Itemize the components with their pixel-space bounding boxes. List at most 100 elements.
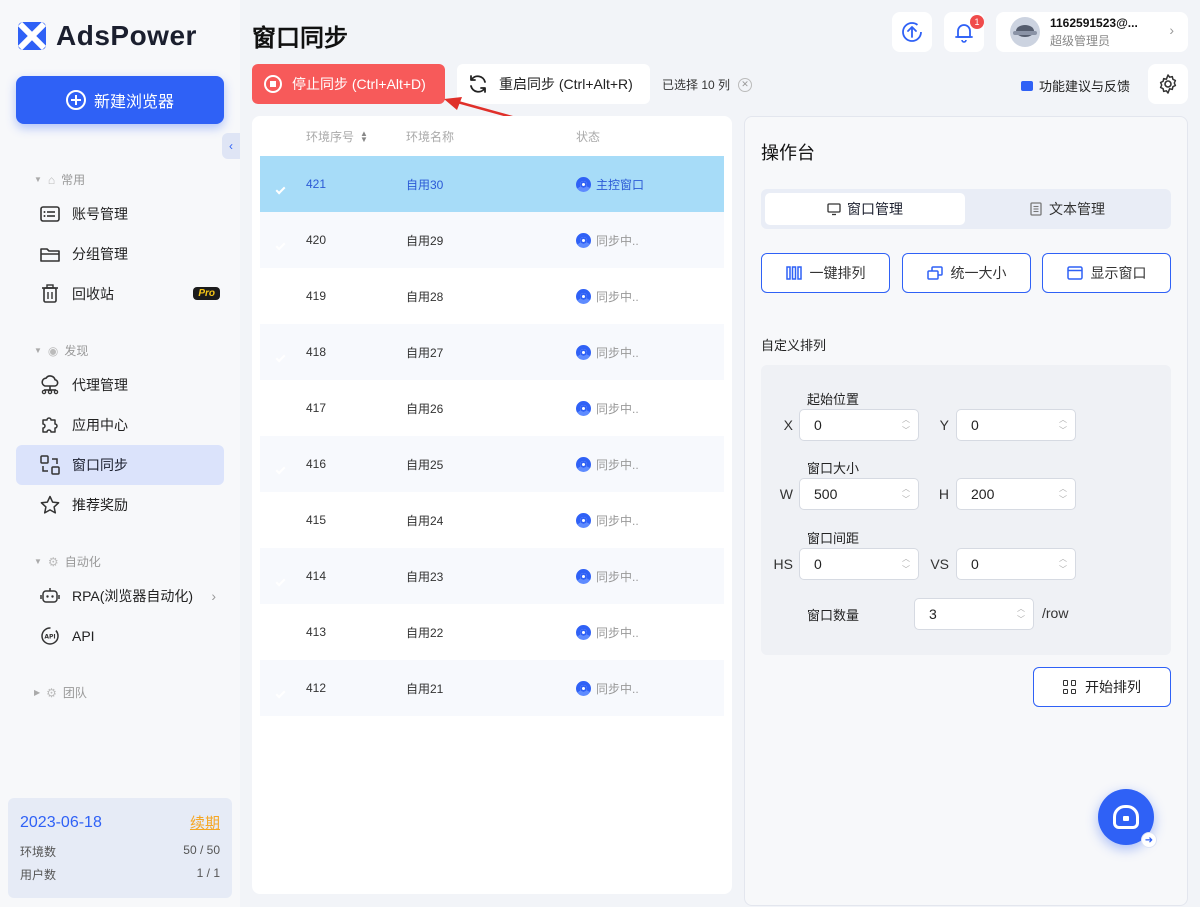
table-row[interactable]: 417 自用26 同步中.. — [260, 380, 724, 436]
sidebar-item-label: API — [72, 628, 95, 644]
section-team[interactable]: ▶ ⚙ 团队 — [34, 684, 87, 701]
vertical-spacing-input[interactable]: 0 ︿ ﹀ — [956, 548, 1076, 580]
upload-circle-icon — [902, 22, 922, 42]
env-status: 同步中.. — [596, 345, 639, 360]
sidebar-item-proxy[interactable]: 代理管理 — [16, 365, 224, 405]
sidebar-item-window-sync[interactable]: 窗口同步 — [16, 445, 224, 485]
env-name: 自用30 — [406, 177, 444, 192]
feedback-link[interactable]: 功能建议与反馈 — [1021, 76, 1130, 95]
adspower-logo-icon — [18, 22, 46, 50]
sidebar-item-trash[interactable]: 回收站 Pro — [16, 274, 224, 314]
sidebar-item-label: 应用中心 — [72, 417, 128, 433]
new-browser-button[interactable]: 新建浏览器 — [16, 76, 224, 124]
chrome-icon — [576, 232, 591, 248]
compass-icon: ◉ — [47, 343, 59, 358]
renew-link[interactable]: 续期 — [190, 812, 220, 833]
x-input[interactable]: 0 ︿ ﹀ — [799, 409, 919, 441]
sidebar-item-referral[interactable]: 推荐奖励 — [16, 485, 224, 525]
stepper-icon[interactable]: ︿ ﹀ — [1059, 483, 1067, 505]
env-status: 同步中.. — [596, 625, 639, 640]
show-windows-button[interactable]: 显示窗口 — [1042, 253, 1171, 293]
feedback-label: 功能建议与反馈 — [1039, 79, 1131, 94]
sidebar-item-label: 账号管理 — [72, 206, 128, 222]
env-id: 415 — [306, 513, 327, 527]
notification-button[interactable]: 1 — [944, 12, 984, 52]
clear-selection-icon[interactable]: ✕ — [738, 77, 753, 92]
logo[interactable]: AdsPower — [18, 20, 197, 52]
env-count-value: 50 / 50 — [183, 843, 220, 857]
section-label: 常用 — [61, 173, 86, 187]
table-row[interactable]: 418 自用27 同步中.. — [260, 324, 724, 380]
uniform-size-button[interactable]: 统一大小 — [902, 253, 1031, 293]
stop-sync-button[interactable]: 停止同步 (Ctrl+Alt+D) — [252, 64, 445, 104]
stepper-icon[interactable]: ︿ ﹀ — [1059, 553, 1067, 575]
env-status: 同步中.. — [596, 233, 639, 248]
collapse-sidebar-button[interactable]: ‹ — [222, 133, 240, 159]
table-row[interactable]: 420 自用29 同步中.. — [260, 212, 724, 268]
env-name: 自用27 — [406, 345, 444, 360]
horizontal-spacing-input[interactable]: 0 ︿ ﹀ — [799, 548, 919, 580]
user-menu[interactable]: 1162591523@... 超级管理员 › — [996, 12, 1188, 52]
selected-count: 已选择 10 列 — [662, 78, 731, 92]
monitor-icon — [827, 203, 841, 216]
console-panel: 操作台 窗口管理 文本管理 一键排列 统一大小 显示窗口 自定义排列 起始位置 … — [744, 116, 1188, 906]
settings-button[interactable] — [1148, 64, 1188, 104]
stop-sync-label: 停止同步 (Ctrl+Alt+D) — [292, 76, 426, 92]
height-input[interactable]: 200 ︿ ﹀ — [956, 478, 1076, 510]
stepper-icon[interactable]: ︿ ﹀ — [1059, 414, 1067, 436]
window-count-input[interactable]: 3 ︿ ﹀ — [914, 598, 1034, 630]
stepper-icon[interactable]: ︿ ﹀ — [902, 483, 910, 505]
table-row[interactable]: 421 自用30 主控窗口 — [260, 156, 724, 212]
puzzle-icon — [40, 415, 60, 435]
sort-icon[interactable]: ▲ ▼ — [360, 130, 368, 144]
table-row[interactable]: 415 自用24 同步中.. — [260, 492, 724, 548]
env-id: 416 — [306, 457, 327, 471]
table-row[interactable]: 412 自用21 同步中.. — [260, 660, 724, 716]
section-common[interactable]: ▼ ⌂ 常用 — [34, 171, 85, 188]
stepper-icon[interactable]: ︿ ﹀ — [902, 553, 910, 575]
sidebar-item-api[interactable]: API API — [16, 616, 224, 656]
width-input[interactable]: 500 ︿ ﹀ — [799, 478, 919, 510]
stacked-windows-icon — [926, 266, 943, 280]
custom-arrange-form: 起始位置 X 0 ︿ ﹀ Y 0 ︿ ﹀ 窗口大小 W 500 ︿ ﹀ H 200 ︿… — [761, 365, 1171, 655]
env-status: 同步中.. — [596, 457, 639, 472]
gear-icon — [1159, 74, 1177, 94]
table-row[interactable]: 413 自用22 同步中.. — [260, 604, 724, 660]
upload-sync-button[interactable] — [892, 12, 932, 52]
env-id: 418 — [306, 345, 327, 359]
tab-label: 窗口管理 — [847, 201, 903, 217]
window-size-label: 窗口大小 — [807, 461, 860, 476]
auto-arrange-button[interactable]: 一键排列 — [761, 253, 890, 293]
y-input[interactable]: 0 ︿ ﹀ — [956, 409, 1076, 441]
svg-text:API: API — [44, 634, 55, 641]
sidebar-item-accounts[interactable]: 账号管理 — [16, 194, 224, 234]
env-id: 420 — [306, 233, 327, 247]
column-header-id[interactable]: 环境序号 ▲ ▼ — [306, 128, 406, 145]
sidebar-item-rpa[interactable]: RPA(浏览器自动化) › — [16, 576, 224, 616]
environment-table: 环境序号 ▲ ▼ 环境名称 状态 421 自用30 主控窗口 420 自用29 同步… — [252, 116, 732, 894]
section-automation[interactable]: ▼ ⚙ 自动化 — [34, 553, 101, 570]
tab-text-management[interactable]: 文本管理 — [967, 193, 1167, 225]
stepper-icon[interactable]: ︿ ﹀ — [902, 414, 910, 436]
sidebar-item-label: RPA(浏览器自动化) — [72, 588, 194, 604]
x-label: X — [783, 417, 793, 433]
env-id: 412 — [306, 681, 327, 695]
tab-window-management[interactable]: 窗口管理 — [765, 193, 965, 225]
chrome-icon — [576, 400, 591, 416]
table-row[interactable]: 416 自用25 同步中.. — [260, 436, 724, 492]
section-discover[interactable]: ▼ ◉ 发现 — [34, 342, 88, 359]
console-tabs: 窗口管理 文本管理 — [761, 189, 1171, 229]
table-row[interactable]: 419 自用28 同步中.. — [260, 268, 724, 324]
plus-circle-icon — [65, 90, 86, 110]
stepper-icon[interactable]: ︿ ﹀ — [1017, 603, 1025, 625]
message-icon — [1021, 80, 1033, 91]
table-row[interactable]: 414 自用23 同步中.. — [260, 548, 724, 604]
sidebar-item-groups[interactable]: 分组管理 — [16, 234, 224, 274]
proxy-cloud-icon — [40, 375, 60, 395]
vs-label: VS — [930, 556, 949, 572]
sidebar-item-app-center[interactable]: 应用中心 — [16, 405, 224, 445]
notification-badge: 1 — [970, 15, 984, 29]
column-header-name: 环境名称 — [406, 129, 455, 144]
start-arrange-button[interactable]: 开始排列 — [1033, 667, 1171, 707]
arrow-right-circle-icon[interactable]: ➜ — [1141, 832, 1157, 848]
